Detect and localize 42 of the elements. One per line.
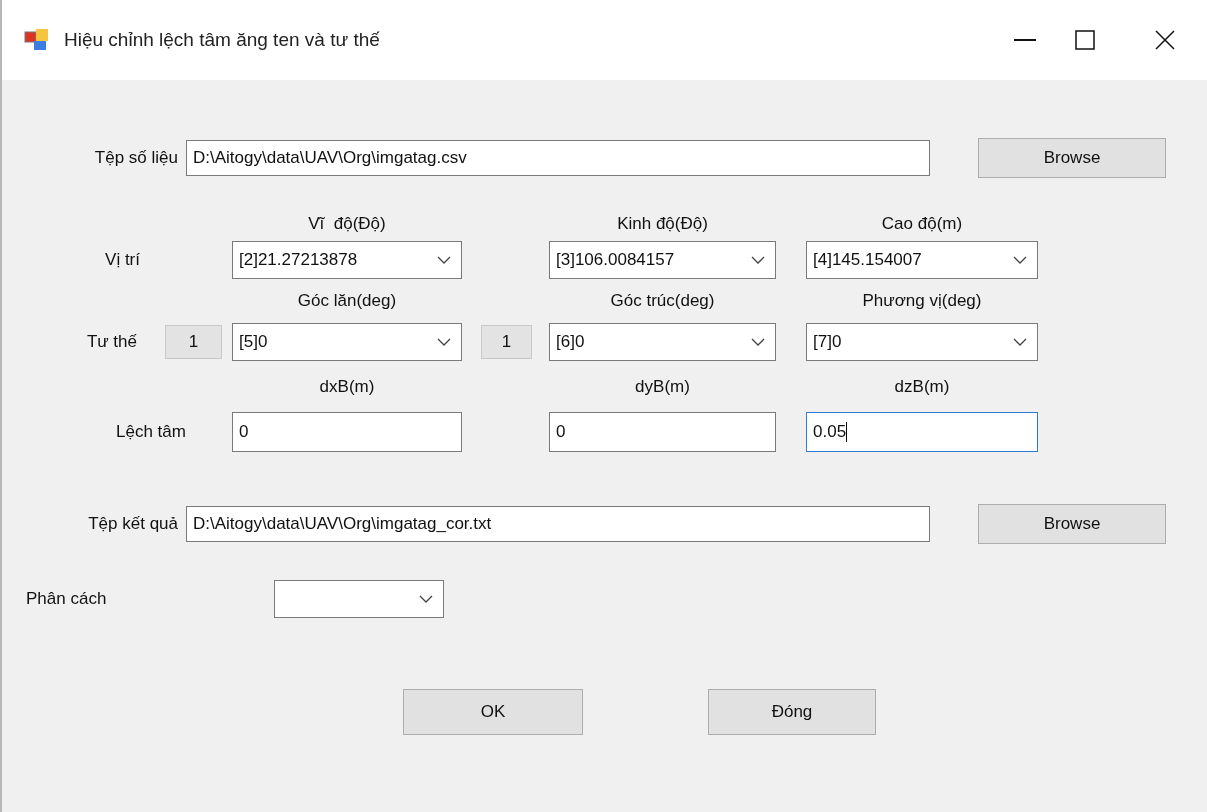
row-label: Lệch tâm [115,422,186,442]
column-heading: dzB(m) [894,377,950,397]
column-dropdown[interactable]: [4]145.154007 [806,241,1038,279]
column-heading: Vĩ độ(Độ) [308,214,386,234]
window-title: Hiệu chỉnh lệch tâm ăng ten và tư thế [64,29,381,51]
offset-field[interactable]: 0 [232,412,462,452]
column-heading: dyB(m) [635,377,690,397]
ok-button[interactable]: OK [403,689,583,735]
separator-dropdown[interactable] [274,580,444,618]
close-button[interactable]: Đóng [708,689,876,735]
field-label: Phân cách [25,589,108,609]
browse-button[interactable]: Browse [978,138,1166,178]
column-dropdown[interactable]: [3]106.0084157 [549,241,776,279]
browse-button[interactable]: Browse [978,504,1166,544]
file-path-field[interactable]: D:\Aitogy\data\UAV\Org\imgatag.csv [186,140,930,176]
column-heading: Góc lăn(deg) [297,291,397,311]
chevron-down-icon [419,595,433,603]
offset-field[interactable]: 0 [549,412,776,452]
column-heading: Cao độ(m) [881,214,963,234]
column-dropdown[interactable]: [2]21.27213878 [232,241,462,279]
chevron-down-icon [1013,338,1027,346]
angle-dropdown[interactable]: [6]0 [549,323,776,361]
chevron-down-icon [1013,256,1027,264]
chevron-down-icon [437,256,451,264]
offset-field[interactable]: 0.05 [806,412,1038,452]
sign-value: 1 [481,325,532,359]
sign-value: 1 [165,325,222,359]
row-label: Tư thế [86,332,138,352]
column-heading: Phương vị(deg) [862,291,982,311]
angle-dropdown[interactable]: [5]0 [232,323,462,361]
app-icon [24,28,50,52]
chevron-down-icon [437,338,451,346]
column-heading: Góc trúc(deg) [610,291,715,311]
angle-dropdown[interactable]: [7]0 [806,323,1038,361]
chevron-down-icon [751,256,765,264]
field-label: Tệp số liệu [93,148,179,168]
field-label: Tệp kết quả [87,514,179,534]
file-path-field[interactable]: D:\Aitogy\data\UAV\Org\imgatag_cor.txt [186,506,930,542]
column-heading: dxB(m) [319,377,375,397]
row-label: Vị trí [105,250,141,270]
chevron-down-icon [751,338,765,346]
column-heading: Kinh độ(Độ) [617,214,708,234]
